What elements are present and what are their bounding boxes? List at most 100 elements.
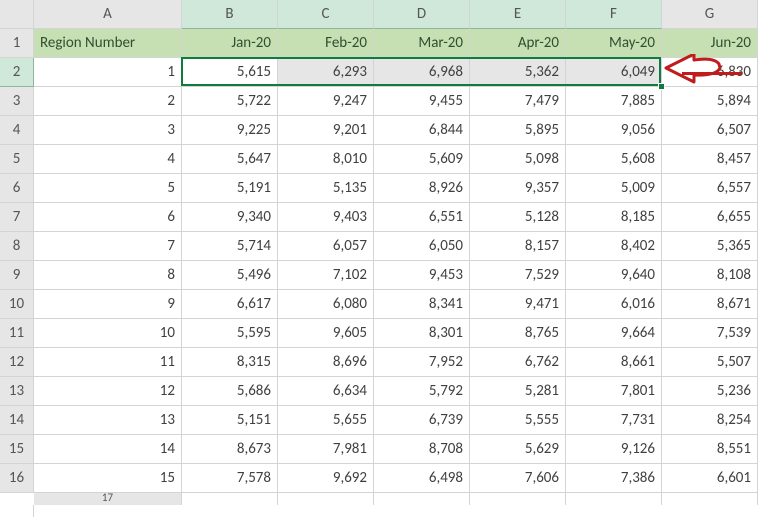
cell-D13[interactable]: 5,792	[374, 377, 470, 406]
cell-E17[interactable]	[566, 493, 662, 505]
cell-G9[interactable]: 8,108	[662, 261, 758, 290]
cell-D8[interactable]: 6,050	[374, 232, 470, 261]
col-header-B[interactable]: B	[182, 0, 278, 29]
row-header-12[interactable]: 12	[0, 348, 34, 377]
cell-E9[interactable]: 7,529	[470, 261, 566, 290]
cell-D10[interactable]: 8,341	[374, 290, 470, 319]
cell-G15[interactable]: 8,551	[662, 435, 758, 464]
cell-E3[interactable]: 7,479	[470, 87, 566, 116]
cell-F10[interactable]: 6,016	[566, 290, 662, 319]
cell-G5[interactable]: 8,457	[662, 145, 758, 174]
cell-B4[interactable]: 9,225	[182, 116, 278, 145]
cell-E8[interactable]: 8,157	[470, 232, 566, 261]
cell-D5[interactable]: 5,609	[374, 145, 470, 174]
row-header-9[interactable]: 9	[0, 261, 34, 290]
cell-D4[interactable]: 6,844	[374, 116, 470, 145]
cell-E4[interactable]: 5,895	[470, 116, 566, 145]
cell-A15[interactable]: 14	[34, 435, 182, 464]
cell-F14[interactable]: 7,731	[566, 406, 662, 435]
spreadsheet-grid[interactable]: ABCDEFG1Region NumberJan-20Feb-20Mar-20A…	[0, 0, 768, 517]
col-header-F[interactable]: F	[566, 0, 662, 29]
cell-G12[interactable]: 5,507	[662, 348, 758, 377]
col-header-C[interactable]: C	[278, 0, 374, 29]
cell-C3[interactable]: 9,247	[278, 87, 374, 116]
cell-A3[interactable]: 2	[34, 87, 182, 116]
cell-B9[interactable]: 5,496	[182, 261, 278, 290]
cell-C15[interactable]: 7,981	[278, 435, 374, 464]
cell-A8[interactable]: 7	[34, 232, 182, 261]
row-header-2[interactable]: 2	[0, 58, 34, 87]
cell-D1[interactable]: Mar-20	[374, 29, 470, 58]
fill-handle[interactable]	[658, 83, 665, 90]
cell-F15[interactable]: 9,126	[566, 435, 662, 464]
cell-A5[interactable]: 4	[34, 145, 182, 174]
cell-A10[interactable]: 9	[34, 290, 182, 319]
row-header-15[interactable]: 15	[0, 435, 34, 464]
cell-B3[interactable]: 5,722	[182, 87, 278, 116]
cell-C8[interactable]: 6,057	[278, 232, 374, 261]
cell-C11[interactable]: 9,605	[278, 319, 374, 348]
cell-B12[interactable]: 8,315	[182, 348, 278, 377]
cell-D17[interactable]	[470, 493, 566, 505]
col-header-D[interactable]: D	[374, 0, 470, 29]
cell-E15[interactable]: 5,629	[470, 435, 566, 464]
cell-A16[interactable]: 15	[34, 464, 182, 493]
cell-C6[interactable]: 5,135	[278, 174, 374, 203]
cell-B8[interactable]: 5,714	[182, 232, 278, 261]
cell-E10[interactable]: 9,471	[470, 290, 566, 319]
col-header-G[interactable]: G	[662, 0, 758, 29]
cell-G10[interactable]: 8,671	[662, 290, 758, 319]
cell-B13[interactable]: 5,686	[182, 377, 278, 406]
row-header-5[interactable]: 5	[0, 145, 34, 174]
cell-F1[interactable]: May-20	[566, 29, 662, 58]
cell-D14[interactable]: 6,739	[374, 406, 470, 435]
cell-D7[interactable]: 6,551	[374, 203, 470, 232]
row-header-14[interactable]: 14	[0, 406, 34, 435]
row-header-4[interactable]: 4	[0, 116, 34, 145]
cell-A6[interactable]: 5	[34, 174, 182, 203]
cell-G4[interactable]: 6,507	[662, 116, 758, 145]
cell-B15[interactable]: 8,673	[182, 435, 278, 464]
cell-A11[interactable]: 10	[34, 319, 182, 348]
cell-C16[interactable]: 9,692	[278, 464, 374, 493]
cell-C17[interactable]	[374, 493, 470, 505]
cell-E5[interactable]: 5,098	[470, 145, 566, 174]
select-all-corner[interactable]	[0, 0, 34, 29]
cell-D16[interactable]: 6,498	[374, 464, 470, 493]
cell-G6[interactable]: 6,557	[662, 174, 758, 203]
cell-B5[interactable]: 5,647	[182, 145, 278, 174]
cell-B7[interactable]: 9,340	[182, 203, 278, 232]
cell-A1[interactable]: Region Number	[34, 29, 182, 58]
cell-E14[interactable]: 5,555	[470, 406, 566, 435]
cell-C2[interactable]: 6,293	[278, 58, 374, 87]
col-header-A[interactable]: A	[34, 0, 182, 29]
cell-C1[interactable]: Feb-20	[278, 29, 374, 58]
cell-A12[interactable]: 11	[34, 348, 182, 377]
row-header-7[interactable]: 7	[0, 203, 34, 232]
cell-D2[interactable]: 6,968	[374, 58, 470, 87]
cell-C14[interactable]: 5,655	[278, 406, 374, 435]
cell-G1[interactable]: Jun-20	[662, 29, 758, 58]
cell-C4[interactable]: 9,201	[278, 116, 374, 145]
cell-E2[interactable]: 5,362	[470, 58, 566, 87]
cell-G14[interactable]: 8,254	[662, 406, 758, 435]
cell-B1[interactable]: Jan-20	[182, 29, 278, 58]
cell-C12[interactable]: 8,696	[278, 348, 374, 377]
row-header-6[interactable]: 6	[0, 174, 34, 203]
row-header-17[interactable]: 17	[34, 493, 182, 505]
cell-F3[interactable]: 7,885	[566, 87, 662, 116]
cell-C9[interactable]: 7,102	[278, 261, 374, 290]
row-header-16[interactable]: 16	[0, 464, 34, 493]
cell-E16[interactable]: 7,606	[470, 464, 566, 493]
cell-A17[interactable]	[182, 493, 278, 505]
cell-B10[interactable]: 6,617	[182, 290, 278, 319]
cell-F12[interactable]: 8,661	[566, 348, 662, 377]
cell-F4[interactable]: 9,056	[566, 116, 662, 145]
col-header-E[interactable]: E	[470, 0, 566, 29]
cell-C5[interactable]: 8,010	[278, 145, 374, 174]
cell-A2[interactable]: 1	[34, 58, 182, 87]
cell-F7[interactable]: 8,185	[566, 203, 662, 232]
cell-E12[interactable]: 6,762	[470, 348, 566, 377]
cell-G17[interactable]	[0, 505, 34, 517]
cell-G11[interactable]: 7,539	[662, 319, 758, 348]
